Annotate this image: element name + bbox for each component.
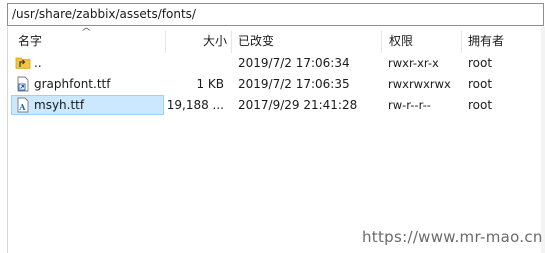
column-divider[interactable] <box>461 31 462 53</box>
file-name: msyh.ttf <box>34 98 85 112</box>
svg-text:A: A <box>18 102 26 112</box>
column-header: 名字 大小 已改变 权限 拥有者 <box>8 31 544 53</box>
watermark-text: https://www.mr-mao.cn <box>362 228 543 246</box>
file-permissions: rwxrwxrwx <box>388 77 451 91</box>
file-size <box>158 53 224 73</box>
file-row[interactable]: graphfont.ttf 1 KB 2019/7/2 17:06:35 rwx… <box>8 74 544 94</box>
column-divider[interactable] <box>381 31 382 53</box>
column-size-header[interactable]: 大小 <box>203 31 227 51</box>
file-row-selected[interactable]: A msyh.ttf 19,188 ... 2017/9/29 21:41:28… <box>8 95 544 115</box>
column-owner-header[interactable]: 拥有者 <box>468 31 504 51</box>
path-text: /usr/share/zabbix/assets/fonts/ <box>12 7 196 21</box>
file-modified: 2017/9/29 21:41:28 <box>238 98 358 112</box>
file-row[interactable]: .. 2019/7/2 17:06:34 rwxr-xr-x root <box>8 53 544 73</box>
file-owner: root <box>468 56 493 70</box>
column-modified-header[interactable]: 已改变 <box>238 31 274 51</box>
font-file-icon: A <box>17 97 29 113</box>
file-name: graphfont.ttf <box>34 77 111 91</box>
shortcut-file-icon <box>17 76 29 92</box>
parent-folder-icon <box>15 57 31 69</box>
column-permissions-header[interactable]: 权限 <box>389 31 413 51</box>
column-name-header[interactable]: 名字 <box>18 31 42 51</box>
file-permissions: rwxr-xr-x <box>388 56 439 70</box>
file-name: .. <box>34 56 42 70</box>
file-owner: root <box>468 77 493 91</box>
path-bar[interactable]: /usr/share/zabbix/assets/fonts/ <box>7 3 544 26</box>
file-owner: root <box>468 98 493 112</box>
file-size: 1 KB <box>196 77 224 91</box>
column-divider[interactable] <box>165 31 166 53</box>
file-modified: 2019/7/2 17:06:34 <box>238 56 350 70</box>
file-permissions: rw-r--r-- <box>388 98 431 112</box>
file-modified: 2019/7/2 17:06:35 <box>238 77 350 91</box>
column-divider[interactable] <box>231 31 232 53</box>
file-size: 19,188 ... <box>166 98 224 112</box>
